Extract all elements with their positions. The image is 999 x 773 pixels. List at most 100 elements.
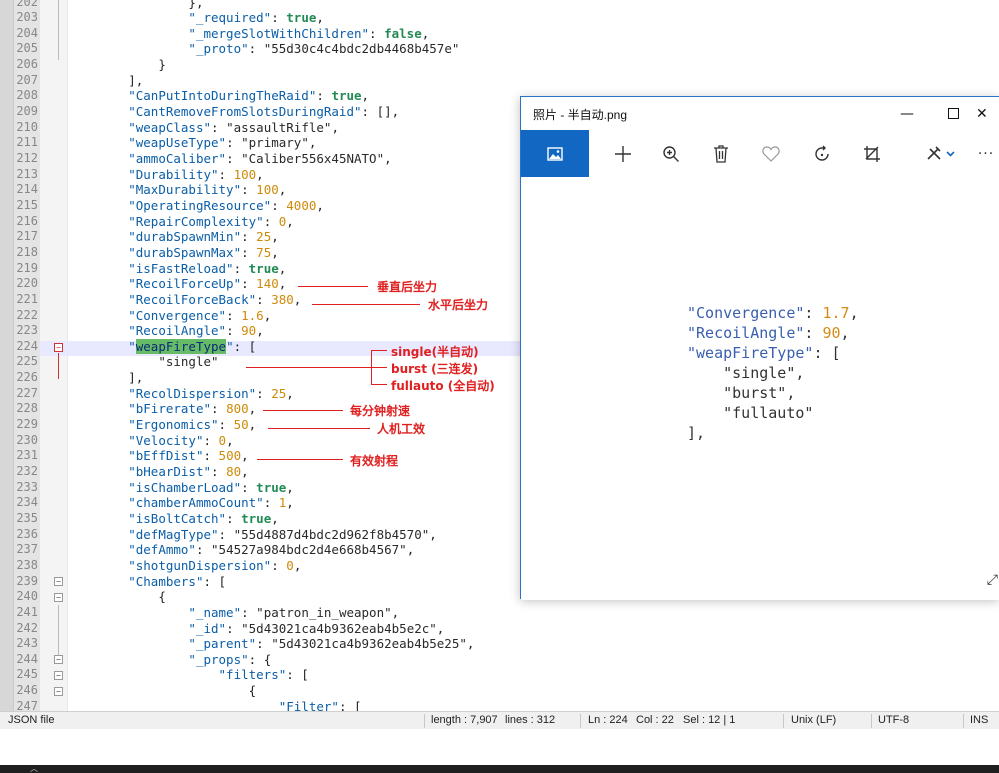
line-number: 240 bbox=[16, 589, 38, 604]
code-line[interactable]: "MaxDurability": 100, bbox=[68, 182, 286, 198]
image-text-line: ], bbox=[687, 424, 706, 442]
status-line-number: Ln : 224 bbox=[588, 714, 628, 726]
code-line[interactable]: "defMagType": "55d4887d4bdc2d962f8b4570"… bbox=[68, 527, 437, 543]
close-button[interactable]: ✕ bbox=[976, 97, 999, 130]
fold-toggle-icon[interactable]: − bbox=[54, 671, 63, 680]
code-line[interactable]: "shotgunDispersion": 0, bbox=[68, 558, 301, 574]
code-line[interactable]: "single" bbox=[68, 354, 218, 370]
maximize-icon bbox=[947, 108, 959, 119]
code-line[interactable]: "_proto": "55d30c4c4bdc2db4468b457e" bbox=[68, 41, 459, 57]
zoom-in-icon bbox=[663, 145, 679, 162]
fold-toggle-icon[interactable]: − bbox=[54, 343, 63, 352]
fold-toggle-icon[interactable]: − bbox=[54, 655, 63, 664]
fold-toggle-icon[interactable]: − bbox=[54, 577, 63, 586]
code-line[interactable]: "RecoilForceBack": 380, bbox=[68, 292, 301, 308]
code-line[interactable]: "Durability": 100, bbox=[68, 167, 263, 183]
status-eol[interactable]: Unix (LF) bbox=[791, 714, 836, 726]
status-encoding[interactable]: UTF-8 bbox=[878, 714, 909, 726]
chevron-up-icon[interactable]: ︿ bbox=[30, 765, 38, 773]
code-line[interactable]: "bFirerate": 800, bbox=[68, 401, 256, 417]
resize-icon[interactable]: ⤢ bbox=[987, 572, 998, 588]
code-line[interactable]: "_id": "5d43021ca4b9362eab4b5e2c", bbox=[68, 621, 444, 637]
code-line[interactable]: "OperatingResource": 4000, bbox=[68, 198, 324, 214]
code-line[interactable]: } bbox=[68, 57, 166, 73]
code-line[interactable]: }, bbox=[68, 0, 203, 10]
line-number: 223 bbox=[16, 323, 38, 338]
minimize-button[interactable]: — bbox=[884, 97, 930, 130]
favorite-button[interactable] bbox=[751, 130, 791, 177]
photos-window[interactable]: 照片 - 半自动.png — ✕ ··· "Convergence": 1.7,… bbox=[520, 96, 999, 600]
code-line[interactable]: "bHearDist": 80, bbox=[68, 464, 248, 480]
code-line[interactable]: "chamberAmmoCount": 1, bbox=[68, 495, 294, 511]
code-line[interactable]: "filters": [ bbox=[68, 667, 309, 683]
code-line[interactable]: "Convergence": 1.6, bbox=[68, 308, 271, 324]
code-line[interactable]: "defAmmo": "54527a984bdc2d4e668b4567", bbox=[68, 542, 414, 558]
edit-button[interactable] bbox=[916, 130, 966, 177]
fold-guide bbox=[58, 353, 59, 379]
image-view-button[interactable] bbox=[521, 130, 589, 177]
more-button[interactable]: ··· bbox=[971, 130, 999, 177]
code-line[interactable]: "Chambers": [ bbox=[68, 574, 226, 590]
code-line[interactable]: "isFastReload": true, bbox=[68, 261, 286, 277]
code-line[interactable]: ], bbox=[68, 73, 143, 89]
annotation-line bbox=[371, 384, 387, 385]
line-number: 231 bbox=[16, 448, 38, 463]
code-line[interactable]: "weapClass": "assaultRifle", bbox=[68, 120, 339, 136]
fold-toggle-icon[interactable]: − bbox=[54, 687, 63, 696]
code-line[interactable]: "weapUseType": "primary", bbox=[68, 135, 316, 151]
fold-toggle-icon[interactable]: − bbox=[54, 593, 63, 602]
code-line[interactable]: "_name": "patron_in_weapon", bbox=[68, 605, 399, 621]
code-line[interactable]: "isBoltCatch": true, bbox=[68, 511, 279, 527]
desktop-gap bbox=[0, 729, 999, 765]
code-line[interactable]: "Filter": [ bbox=[68, 699, 362, 711]
code-line[interactable]: { bbox=[68, 589, 166, 605]
code-line[interactable]: "durabSpawnMin": 25, bbox=[68, 229, 279, 245]
line-number: 224 bbox=[16, 338, 38, 353]
code-line[interactable]: "bEffDist": 500, bbox=[68, 448, 248, 464]
annotation-line bbox=[263, 410, 343, 411]
crop-button[interactable] bbox=[852, 130, 892, 177]
image-icon bbox=[547, 146, 563, 161]
delete-icon bbox=[714, 144, 728, 163]
code-line[interactable]: "RecoilForceUp": 140, bbox=[68, 276, 286, 292]
code-line[interactable]: "_mergeSlotWithChildren": false, bbox=[68, 26, 429, 42]
zoom-button[interactable] bbox=[651, 130, 691, 177]
delete-button[interactable] bbox=[701, 130, 741, 177]
status-insert-mode[interactable]: INS bbox=[970, 714, 988, 726]
line-number: 230 bbox=[16, 432, 38, 447]
code-line[interactable]: "RecoilAngle": 90, bbox=[68, 323, 264, 339]
code-line[interactable]: "Ergonomics": 50, bbox=[68, 417, 256, 433]
crop-icon bbox=[864, 145, 880, 162]
code-line[interactable]: "weapFireType": [ bbox=[68, 338, 256, 355]
taskbar: ︿ bbox=[0, 765, 999, 773]
code-line[interactable]: "_required": true, bbox=[68, 10, 324, 26]
code-line[interactable]: "_props": { bbox=[68, 652, 271, 668]
image-text-line: "fullauto" bbox=[723, 404, 814, 422]
status-length: length : 7,907 bbox=[431, 714, 498, 726]
code-line[interactable]: "durabSpawnMax": 75, bbox=[68, 245, 279, 261]
code-line[interactable]: "RecolDispersion": 25, bbox=[68, 386, 294, 402]
add-button[interactable] bbox=[603, 130, 643, 177]
line-number: 236 bbox=[16, 526, 38, 541]
annotation-firerate: 每分钟射速 bbox=[350, 404, 411, 418]
code-line[interactable]: "RepairComplexity": 0, bbox=[68, 214, 294, 230]
line-number: 219 bbox=[16, 260, 38, 275]
photo-canvas[interactable]: "Convergence": 1.7, "RecoilAngle": 90, "we… bbox=[521, 177, 999, 600]
code-line[interactable]: "_parent": "5d43021ca4b9362eab4b5e25", bbox=[68, 636, 474, 652]
line-number: 238 bbox=[16, 557, 38, 572]
code-line[interactable]: "CanPutIntoDuringTheRaid": true, bbox=[68, 88, 369, 104]
code-line[interactable]: "Velocity": 0, bbox=[68, 433, 233, 449]
code-line[interactable]: "isChamberLoad": true, bbox=[68, 480, 294, 496]
status-separator bbox=[963, 714, 964, 728]
line-number: 227 bbox=[16, 385, 38, 400]
photos-titlebar[interactable]: 照片 - 半自动.png — ✕ bbox=[521, 97, 999, 130]
code-line[interactable]: ], bbox=[68, 370, 143, 386]
line-number: 206 bbox=[16, 57, 38, 72]
line-number: 207 bbox=[16, 72, 38, 87]
code-line[interactable]: { bbox=[68, 683, 257, 699]
maximize-button[interactable] bbox=[930, 97, 976, 130]
line-number: 237 bbox=[16, 542, 38, 557]
code-line[interactable]: "ammoCaliber": "Caliber556x45NATO", bbox=[68, 151, 391, 167]
code-line[interactable]: "CantRemoveFromSlotsDuringRaid": [], bbox=[68, 104, 399, 120]
rotate-button[interactable] bbox=[802, 130, 842, 177]
